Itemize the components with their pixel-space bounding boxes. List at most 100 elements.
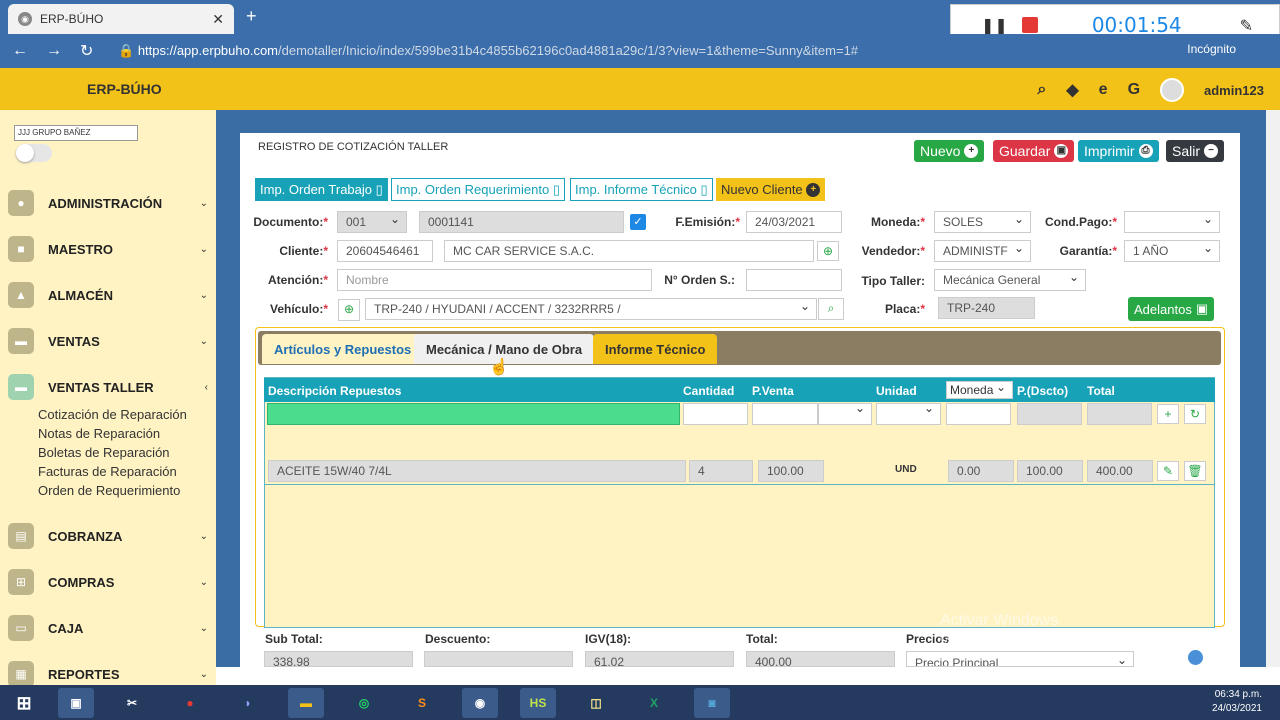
search-icon[interactable]: ⌕ (1037, 81, 1046, 99)
sidebar-item-cobranza[interactable]: ▤ COBRANZA ⌄ (0, 521, 216, 551)
computer-icon[interactable]: ▣ (58, 688, 94, 718)
tool-icon[interactable]: ✂ (114, 688, 150, 718)
excel-icon[interactable]: X (636, 688, 672, 718)
tipo-taller-select[interactable]: Mecánica General (934, 267, 1086, 291)
close-tab-icon[interactable]: ✕ (212, 11, 224, 28)
sidebar-item-ventas[interactable]: ▬ VENTAS ⌄ (0, 326, 216, 356)
documento-checkbox[interactable]: ✓ (630, 214, 646, 230)
sidebar-toggle[interactable] (16, 144, 52, 162)
eraser-icon[interactable]: ◆ (1066, 80, 1078, 100)
tab-informe-tecnico[interactable]: Informe Técnico (593, 334, 718, 364)
sublime-icon[interactable]: S (404, 688, 440, 718)
folder-icon[interactable]: ▬ (288, 688, 324, 718)
windows-start-icon[interactable]: ⊞ (6, 688, 42, 718)
nuevo-button[interactable]: Nuevo + (914, 140, 985, 162)
floating-dot[interactable] (1188, 650, 1203, 665)
add-client-icon[interactable]: ⊕ (817, 241, 839, 261)
total-field[interactable]: 400.00 (746, 651, 895, 667)
sidebar-item-administracion[interactable]: ● ADMINISTRACIÓN ⌄ (0, 188, 216, 218)
igv-field[interactable]: 61.02 (585, 651, 734, 667)
n-orden-field[interactable] (746, 269, 842, 291)
whatsapp-icon[interactable]: ◎ (346, 688, 382, 718)
add-vehicle-icon[interactable]: ⊕ (338, 299, 360, 321)
sidebar-item-compras[interactable]: ⊞ COMPRAS ⌄ (0, 567, 216, 597)
pdscto-input[interactable] (1017, 403, 1082, 425)
forward-icon[interactable]: → (46, 42, 68, 60)
moneda-input[interactable] (946, 403, 1011, 425)
pventa-select[interactable] (818, 401, 872, 425)
row-pventa[interactable]: 100.00 (758, 460, 824, 482)
company-select[interactable]: JJJ GRUPO BAÑEZ (14, 125, 138, 141)
submenu-facturas[interactable]: Facturas de Reparación (38, 464, 177, 479)
record-icon[interactable]: ● (172, 688, 208, 718)
camera-icon[interactable]: ◙ (694, 688, 730, 718)
razon-social-field[interactable]: MC CAR SERVICE S.A.C. (444, 240, 814, 262)
tab-articulos-repuestos[interactable]: Artículos y Repuestos (262, 334, 424, 364)
sidebar-item-reportes[interactable]: ▦ REPORTES ⌄ (0, 659, 216, 685)
imprimir-button[interactable]: Imprimir ⎙ (1078, 140, 1159, 162)
descripcion-input[interactable] (267, 403, 680, 425)
chrome-icon[interactable]: ◉ (462, 688, 498, 718)
sidebar-item-ventas-taller[interactable]: ▬ VENTAS TALLER ‹ (0, 372, 216, 402)
dolphin-icon[interactable]: ◗ (230, 688, 266, 718)
stop-icon[interactable] (1021, 17, 1038, 33)
placa-field[interactable]: TRP-240 (938, 297, 1035, 319)
back-icon[interactable]: ← (12, 42, 34, 60)
row-cantidad[interactable]: 4 (689, 460, 753, 482)
pen-icon[interactable]: ✎ (1240, 16, 1253, 35)
sidebar-item-almacen[interactable]: ▲ ALMACÉN ⌄ (0, 280, 216, 310)
atencion-field[interactable]: Nombre (337, 269, 652, 291)
submenu-boletas[interactable]: Boletas de Reparación (38, 445, 170, 460)
imp-orden-requerimiento-button[interactable]: Imp. Orden Requerimiento ▯ (391, 178, 565, 201)
system-clock[interactable]: 06:34 p.m. 24/03/2021 (1212, 688, 1262, 716)
row-descuento[interactable]: 0.00 (948, 460, 1014, 482)
ruc-field[interactable]: 20604546461 (337, 240, 433, 262)
user-menu[interactable]: admin123 (1204, 83, 1264, 98)
imp-orden-trabajo-button[interactable]: Imp. Orden Trabajo ▯ (255, 178, 388, 201)
cantidad-input[interactable] (683, 403, 748, 425)
total-input[interactable] (1087, 403, 1152, 425)
unidad-select[interactable] (876, 401, 941, 425)
submenu-cotizacion[interactable]: Cotización de Reparación (38, 407, 187, 422)
garantia-select[interactable]: 1 AÑO (1124, 238, 1220, 262)
row-descripcion[interactable]: ACEITE 15W/40 7/4L (268, 460, 686, 482)
cond-pago-select[interactable] (1124, 209, 1220, 233)
fecha-field[interactable]: 24/03/2021 (746, 211, 842, 233)
moneda-select[interactable]: SOLES (934, 209, 1031, 233)
row-total[interactable]: 400.00 (1087, 460, 1153, 482)
row-pdscto[interactable]: 100.00 (1017, 460, 1083, 482)
delete-row-icon[interactable]: 🗑 (1184, 461, 1206, 481)
add-item-icon[interactable]: + (1157, 404, 1179, 424)
reload-icon[interactable]: ↻ (80, 41, 102, 61)
moneda-header-select[interactable]: Moneda (946, 379, 1013, 399)
avatar[interactable] (1160, 78, 1185, 102)
subtotal-field[interactable]: 338.98 (264, 651, 413, 667)
browser-tab[interactable]: ◉ ERP-BÚHO ✕ (8, 4, 234, 34)
hs-icon[interactable]: HS (520, 688, 556, 718)
descuento-field[interactable] (424, 651, 573, 667)
submenu-notas[interactable]: Notas de Reparación (38, 426, 160, 441)
adelantos-button[interactable]: Adelantos ▣ (1128, 297, 1215, 321)
submenu-orden-requerimiento[interactable]: Orden de Requerimiento (38, 483, 180, 498)
refresh-icon[interactable]: ↻ (1184, 404, 1206, 424)
pventa-input[interactable] (752, 403, 818, 425)
g-icon[interactable]: G (1128, 81, 1140, 99)
url-field[interactable]: 🔒 https://app.erpbuho.com/demotaller/Ini… (118, 43, 858, 59)
search-vehicle-icon[interactable]: ⌕ (818, 298, 844, 320)
page-scrollbar[interactable] (1266, 110, 1280, 667)
vendedor-select[interactable]: ADMINISTF (934, 240, 1031, 262)
pause-icon[interactable]: ❚❚ (981, 16, 1008, 35)
salir-button[interactable]: Salir − (1166, 140, 1225, 162)
sidebar-item-caja[interactable]: ▭ CAJA ⌄ (0, 613, 216, 643)
notes-icon[interactable]: ◫ (578, 688, 614, 718)
imp-informe-tecnico-button[interactable]: Imp. Informe Técnico ▯ (570, 178, 713, 201)
sidebar-item-maestro[interactable]: ■ MAESTRO ⌄ (0, 234, 216, 264)
vehiculo-select[interactable]: TRP-240 / HYUDANI / ACCENT / 3232RRR5 / (365, 296, 817, 320)
browser-e-icon[interactable]: e (1099, 81, 1108, 99)
nuevo-cliente-button[interactable]: Nuevo Cliente + (716, 178, 826, 201)
serie-select[interactable]: 001 (337, 209, 407, 233)
new-tab-icon[interactable]: + (246, 6, 257, 27)
numero-field[interactable]: 0001141 (419, 211, 624, 233)
edit-row-icon[interactable]: ✎ (1157, 461, 1179, 481)
guardar-button[interactable]: Guardar ▣ (993, 140, 1075, 162)
